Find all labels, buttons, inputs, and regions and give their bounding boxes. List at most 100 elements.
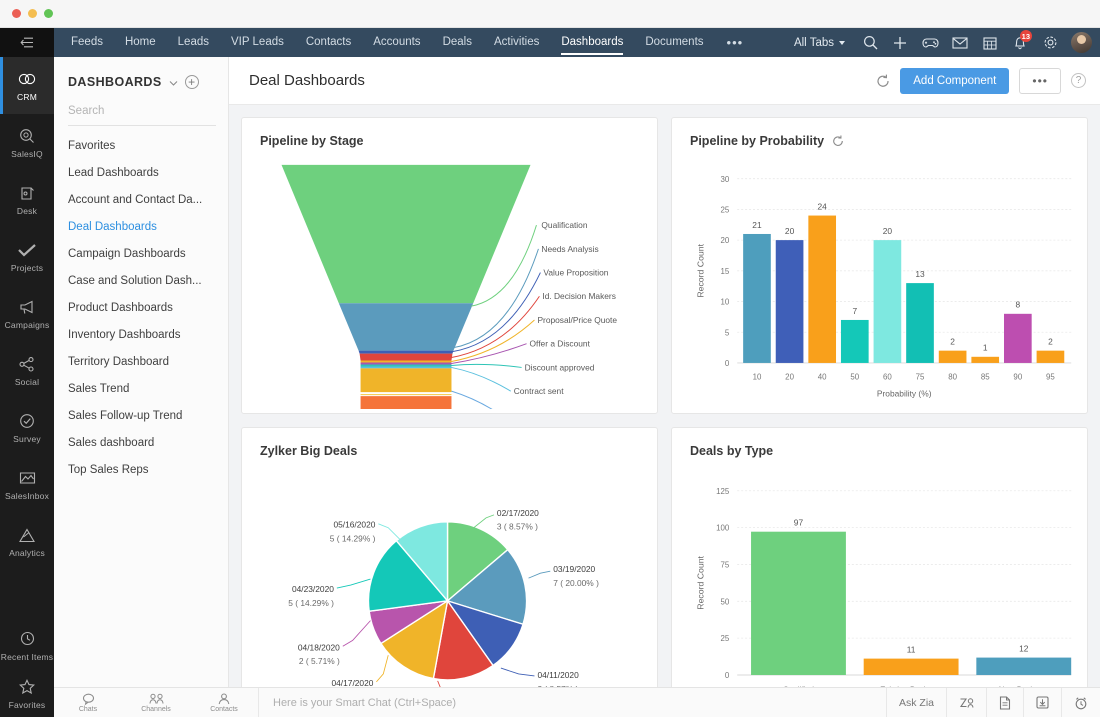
nav-tab-dashboards[interactable]: Dashboards [550, 28, 634, 57]
avatar[interactable] [1071, 32, 1092, 53]
notes-button[interactable] [986, 688, 1023, 717]
nav-tab-documents[interactable]: Documents [634, 28, 714, 57]
sidebar-item-sales-followup-trend[interactable]: Sales Follow-up Trend [54, 402, 228, 429]
gamification-button[interactable] [915, 28, 945, 57]
nav-tab-vip-leads[interactable]: VIP Leads [220, 28, 295, 57]
bar-80[interactable] [938, 350, 967, 363]
help-button[interactable]: ? [1071, 73, 1086, 88]
maximize-window-button[interactable] [44, 9, 53, 18]
sidebar-item-inventory-dashboards[interactable]: Inventory Dashboards [54, 321, 228, 348]
add-dashboard-button[interactable]: + [184, 75, 199, 89]
reminder-button[interactable] [1061, 688, 1100, 717]
funnel-segment-proposal-price-quote[interactable] [360, 360, 452, 363]
nav-tab-contacts[interactable]: Contacts [295, 28, 362, 57]
status-chats-button[interactable]: Chats [54, 688, 122, 717]
rail-item-recent-items[interactable]: Recent Items [0, 621, 54, 669]
rail-item-label: Social [14, 377, 40, 387]
chevron-down-icon[interactable] [169, 73, 178, 91]
rail-item-social[interactable]: Social [0, 342, 54, 399]
smart-chat-input[interactable]: Here is your Smart Chat (Ctrl+Space) [258, 688, 886, 717]
card-title-text: Zylker Big Deals [260, 444, 358, 458]
card-refresh-button[interactable] [832, 135, 844, 147]
bar-75[interactable] [906, 283, 934, 363]
rail-item-salesinbox[interactable]: SalesInbox [0, 456, 54, 513]
notifications-button[interactable]: 13 [1005, 28, 1035, 57]
bar-90[interactable] [1004, 313, 1032, 363]
nav-tab-leads[interactable]: Leads [167, 28, 220, 57]
rail-item-salesiq[interactable]: SalesIQ [0, 114, 54, 171]
add-component-button[interactable]: Add Component [900, 67, 1010, 94]
pie-leader-04-11-2020 [500, 667, 535, 677]
status-channels-button[interactable]: Channels [122, 688, 190, 717]
sidebar-item-campaign-dashboards[interactable]: Campaign Dashboards [54, 240, 228, 267]
funnel-segment-id-decision-makers[interactable] [359, 353, 453, 361]
funnel-segment-contract-sent[interactable] [360, 366, 452, 369]
nav-overflow-button[interactable]: ••• [715, 35, 756, 50]
all-tabs-dropdown[interactable]: All Tabs [784, 37, 855, 49]
funnel-segment-closed-won[interactable] [360, 396, 452, 409]
refresh-button[interactable] [876, 74, 890, 88]
bar-new-business[interactable] [976, 657, 1072, 675]
status-bar: Chats Channels Contacts Here is your Sma… [54, 687, 1100, 717]
nav-tab-accounts[interactable]: Accounts [362, 28, 431, 57]
sidebar-item-sales-dashboard[interactable]: Sales dashboard [54, 429, 228, 456]
rail-item-favorites[interactable]: Favorites [0, 669, 54, 717]
rail-item-label: SalesIQ [11, 149, 43, 159]
y-tick-15: 15 [721, 267, 730, 276]
status-contacts-button[interactable]: Contacts [190, 688, 258, 717]
bar-50[interactable] [840, 319, 869, 363]
rail-item-projects[interactable]: Projects [0, 228, 54, 285]
settings-button[interactable] [1035, 28, 1065, 57]
funnel-label-contract-sent: Contract sent [514, 386, 564, 396]
rail-item-survey[interactable]: Survey [0, 399, 54, 456]
funnel-segment-value-proposition[interactable] [358, 350, 454, 354]
bar-existing-business[interactable] [863, 658, 959, 675]
sidebar-item-top-sales-reps[interactable]: Top Sales Reps [54, 456, 228, 483]
funnel-segment-discount-approved[interactable] [360, 364, 452, 367]
rail-item-analytics[interactable]: Analytics [0, 513, 54, 570]
funnel-segment-offer-a-discount[interactable] [360, 362, 452, 365]
sidebar-item-territory-dashboard[interactable]: Territory Dashboard [54, 348, 228, 375]
close-window-button[interactable] [12, 9, 21, 18]
bar-95[interactable] [1036, 350, 1065, 363]
pie-label-04-23-2020: 04/23/2020 [292, 584, 334, 594]
sidebar-item-lead-dashboards[interactable]: Lead Dashboards [54, 159, 228, 186]
rail-item-crm[interactable]: CRM [0, 57, 54, 114]
ask-zia-button[interactable]: Ask Zia [885, 688, 946, 717]
nav-tab-home[interactable]: Home [114, 28, 167, 57]
sidebar-item-deal-dashboards[interactable]: Deal Dashboards [54, 213, 228, 240]
funnel-segment-negotiation-review[interactable] [360, 368, 452, 393]
card-deals-by-type: Deals by Type 125 100 75 50 25 0 97 11 1… [671, 427, 1088, 717]
funnel-segment-qualification[interactable] [281, 164, 531, 304]
sidebar-item-sales-trend[interactable]: Sales Trend [54, 375, 228, 402]
download-button[interactable] [1023, 688, 1061, 717]
minimize-window-button[interactable] [28, 9, 37, 18]
funnel-segment-needs-analysis[interactable] [338, 303, 474, 351]
rail-item-desk[interactable]: Desk [0, 171, 54, 228]
search-input[interactable] [68, 105, 216, 117]
add-button[interactable] [885, 28, 915, 57]
more-options-button[interactable]: ••• [1019, 67, 1061, 94]
bar-qualified[interactable] [751, 531, 846, 675]
nav-tab-deals[interactable]: Deals [432, 28, 483, 57]
pie-chart: 02/17/2020 3 ( 8.57% ) 03/19/2020 7 ( 20… [242, 458, 657, 717]
bar-10[interactable] [743, 233, 771, 363]
sidebar-item-case-solution-dashboards[interactable]: Case and Solution Dash... [54, 267, 228, 294]
rail-collapse-button[interactable] [0, 28, 54, 57]
rail-item-campaigns[interactable]: Campaigns [0, 285, 54, 342]
calendar-button[interactable] [975, 28, 1005, 57]
zia-button[interactable] [946, 688, 986, 717]
bar-85[interactable] [971, 356, 1000, 363]
nav-tab-feeds[interactable]: Feeds [60, 28, 114, 57]
sidebar-item-account-contact-dashboards[interactable]: Account and Contact Da... [54, 186, 228, 213]
nav-tab-activities[interactable]: Activities [483, 28, 550, 57]
sidebar-item-product-dashboards[interactable]: Product Dashboards [54, 294, 228, 321]
mail-button[interactable] [945, 28, 975, 57]
sidebar-item-favorites[interactable]: Favorites [54, 132, 228, 159]
bar-20[interactable] [775, 240, 804, 363]
probability-bar-chart: 30 25 20 15 10 5 0 21 20 24 7 20 13 2 1 … [672, 148, 1087, 409]
bar-60[interactable] [873, 240, 902, 363]
pie-sublabel-03-19-2020: 7 ( 20.00% ) [553, 578, 599, 588]
search-button[interactable] [855, 28, 885, 57]
bar-40[interactable] [808, 215, 837, 363]
